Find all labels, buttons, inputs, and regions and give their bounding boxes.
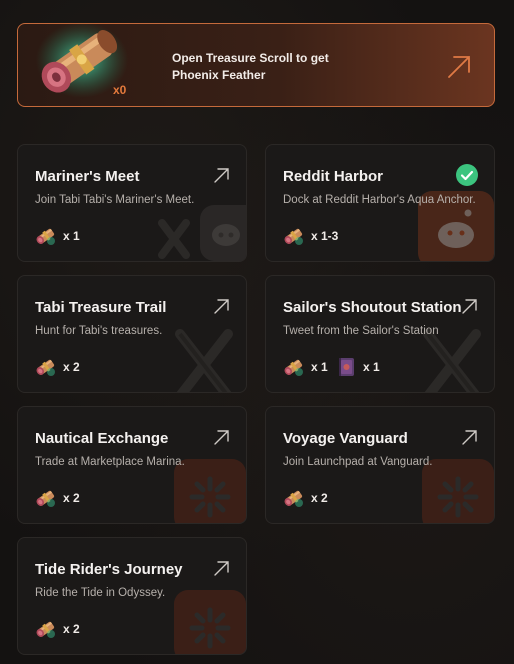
quest-card-description: Hunt for Tabi's treasures. <box>35 325 163 337</box>
scroll-icon <box>283 356 305 378</box>
quest-card-description: Join Launchpad at Vanguard. <box>283 456 433 468</box>
scroll-icon <box>35 356 57 378</box>
quest-card-reddit-harbor[interactable]: Reddit Harbor Dock at Reddit Harbor's Aqu… <box>265 144 495 262</box>
scroll-icon <box>283 225 305 247</box>
reward-quantity: x 2 <box>63 360 80 374</box>
arrow-up-right-icon[interactable] <box>213 560 230 577</box>
banner-text: Open Treasure Scroll to get Phoenix Feat… <box>172 50 372 84</box>
quest-card-voyage-vanguard[interactable]: Voyage Vanguard Join Launchpad at Vanguar… <box>265 406 495 524</box>
check-icon <box>456 164 478 186</box>
quest-card-description: Trade at Marketplace Marina. <box>35 456 185 468</box>
banner-text-line1: Open Treasure Scroll to get <box>172 51 329 65</box>
quest-card-title: Voyage Vanguard <box>283 430 408 447</box>
scroll-icon <box>35 225 57 247</box>
quest-card-nautical-exchange[interactable]: Nautical Exchange Trade at Marketplace Ma… <box>17 406 247 524</box>
quest-card-mariner-s-meet[interactable]: Mariner's Meet Join Tabi Tabi's Mariner's… <box>17 144 247 262</box>
arrow-up-right-icon[interactable] <box>461 429 478 446</box>
quest-card-title: Tide Rider's Journey <box>35 561 183 578</box>
tabi-icon <box>158 578 246 654</box>
quest-card-description: Ride the Tide in Odyssey. <box>35 587 166 599</box>
reward-quantity: x 1 <box>363 360 380 374</box>
reward-item: x 2 <box>283 487 328 509</box>
reward-quantity: x 2 <box>63 622 80 636</box>
quest-card-tide-rider-s-journey[interactable]: Tide Rider's Journey Ride the Tide in Ody… <box>17 537 247 655</box>
quest-card-title: Sailor's Shoutout Station <box>283 299 462 316</box>
scroll-icon <box>35 487 57 509</box>
reward-item: x 2 <box>35 618 80 640</box>
arrow-up-right-icon[interactable] <box>213 298 230 315</box>
reward-item: x 1 <box>35 225 80 247</box>
reward-item: x 1-3 <box>283 225 338 247</box>
book-icon <box>335 356 357 378</box>
arrow-up-right-icon[interactable] <box>461 298 478 315</box>
reward-item: x 1 <box>283 356 328 378</box>
scroll-icon <box>283 487 305 509</box>
reward-quantity: x 2 <box>311 491 328 505</box>
treasure-scroll-banner[interactable]: x0 Open Treasure Scroll to get Phoenix F… <box>17 22 495 107</box>
banner-scroll-count: x0 <box>113 83 127 97</box>
quest-card-title: Mariner's Meet <box>35 168 140 185</box>
banner-text-line2: Phoenix Feather <box>172 68 266 82</box>
reward-item: x 2 <box>35 356 80 378</box>
scroll-icon <box>35 618 57 640</box>
quest-card-sailor-s-shoutout-station[interactable]: Sailor's Shoutout Station Tweet from the … <box>265 275 495 393</box>
arrow-up-right-icon[interactable] <box>446 54 472 80</box>
arrow-up-right-icon[interactable] <box>213 167 230 184</box>
quest-card-description: Join Tabi Tabi's Mariner's Meet. <box>35 194 195 206</box>
reward-quantity: x 2 <box>63 491 80 505</box>
reward-quantity: x 1 <box>311 360 328 374</box>
reward-quantity: x 1 <box>63 229 80 243</box>
quest-card-description: Tweet from the Sailor's Station <box>283 325 439 337</box>
x-icon <box>158 316 246 392</box>
quest-card-description: Dock at Reddit Harbor's Aqua Anchor. <box>283 194 476 206</box>
quest-card-title: Nautical Exchange <box>35 430 169 447</box>
quest-card-title: Reddit Harbor <box>283 168 384 185</box>
quest-card-tabi-treasure-trail[interactable]: Tabi Treasure Trail Hunt for Tabi's treas… <box>17 275 247 393</box>
quest-card-title: Tabi Treasure Trail <box>35 299 167 316</box>
reward-item: x 1 <box>335 356 380 378</box>
reward-item: x 2 <box>35 487 80 509</box>
reward-quantity: x 1-3 <box>311 229 339 243</box>
arrow-up-right-icon[interactable] <box>213 429 230 446</box>
